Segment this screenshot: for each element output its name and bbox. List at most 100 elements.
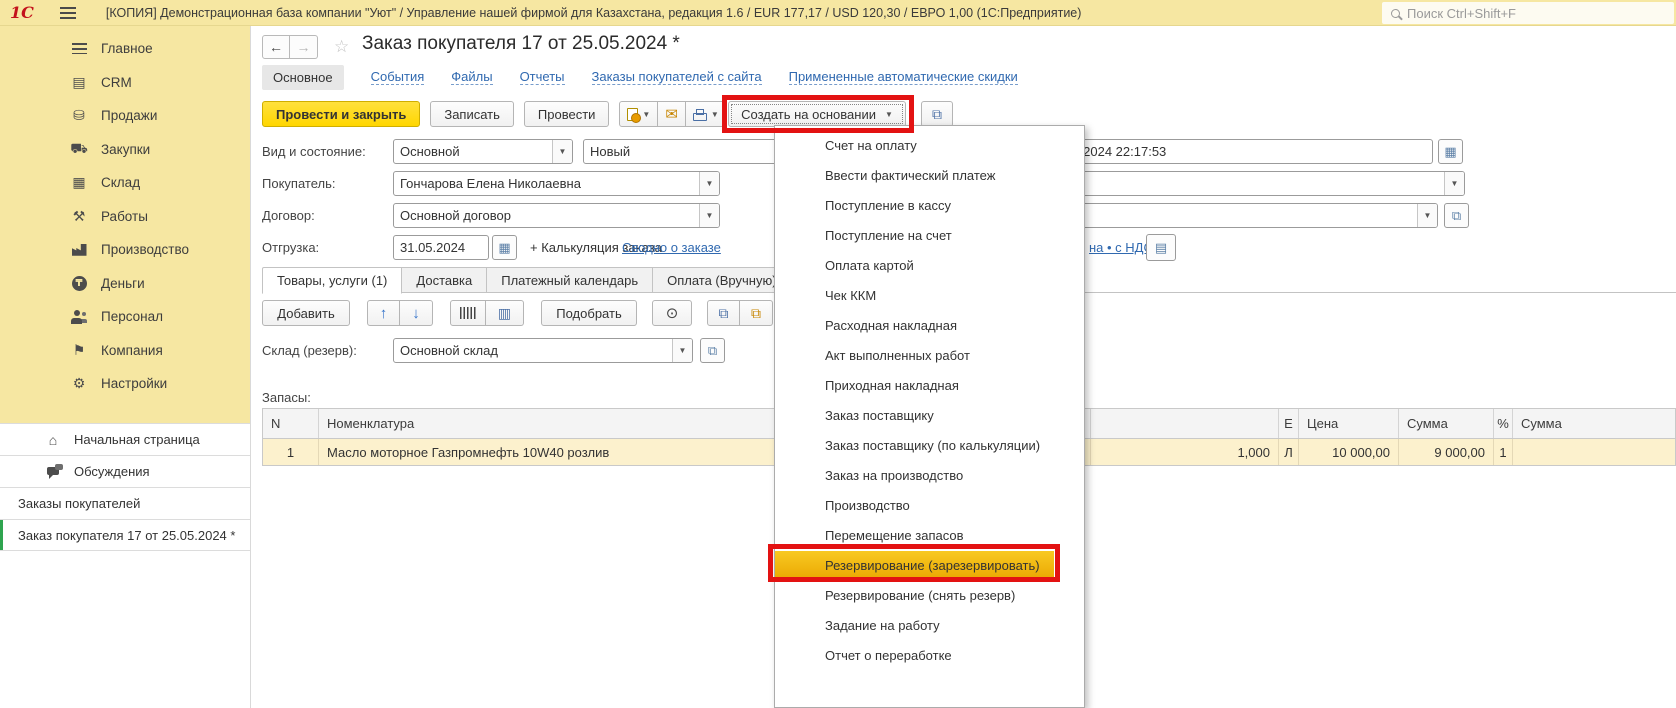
column-header-unit[interactable]: Е [1279, 409, 1299, 438]
add-row-button[interactable]: Добавить [262, 300, 350, 326]
column-header-amount2[interactable]: Сумма [1513, 409, 1675, 438]
data-terminal-button[interactable]: ▥ [486, 300, 524, 326]
column-header-amount[interactable]: Сумма [1399, 409, 1494, 438]
tab-goods-services[interactable]: Товары, услуги (1) [262, 267, 403, 294]
price-terms-link[interactable]: на • с НДС [1089, 235, 1153, 260]
home-page-tab[interactable]: ⌂ Начальная страница [0, 423, 250, 455]
menu-item-supplier-order-calc[interactable]: Заказ поставщику (по калькуляции) [775, 431, 1084, 461]
menu-item-supplier-order[interactable]: Заказ поставщику [775, 401, 1084, 431]
datetime-calendar-button[interactable]: ▦ [1438, 139, 1463, 164]
copy-rows-button[interactable]: ⧉ [707, 300, 740, 326]
sidebar-item-main[interactable]: Главное [0, 32, 250, 66]
menu-item-actual-payment[interactable]: Ввести фактический платеж [775, 161, 1084, 191]
column-header-n[interactable]: N [263, 409, 319, 438]
column-header-price[interactable]: Цена [1299, 409, 1399, 438]
shipping-calendar-button[interactable]: ▦ [492, 235, 517, 260]
discussions-tab[interactable]: Обсуждения [0, 455, 250, 487]
warehouse-select[interactable]: Основной склад ▼ [393, 338, 693, 363]
link-auto-discounts[interactable]: Примененные автоматические скидки [788, 69, 1018, 85]
price-list-button[interactable]: ▤ [1146, 234, 1176, 261]
cell-price[interactable]: 10 000,00 [1299, 439, 1399, 465]
print-button[interactable]: ▼ [685, 101, 727, 127]
tab-main[interactable]: Основное [262, 64, 344, 90]
menu-item-invoice[interactable]: Счет на оплату [775, 131, 1084, 161]
move-row-up-button[interactable]: ↑ [367, 300, 400, 326]
order-summary-link[interactable]: Сводно о заказе [622, 235, 721, 260]
sidebar-item-crm[interactable]: ▤ CRM [0, 66, 250, 100]
main-menu-icon[interactable] [59, 6, 76, 19]
menu-item-processing-report[interactable]: Отчет о переработке [775, 641, 1084, 671]
sidebar-item-settings[interactable]: ⚙ Настройки [0, 367, 250, 401]
back-button[interactable]: ← [262, 35, 290, 59]
right-select-field-2[interactable]: ▼ [1040, 203, 1438, 228]
save-button[interactable]: Записать [430, 101, 514, 127]
sidebar-item-sales[interactable]: ⛁ Продажи [0, 99, 250, 133]
barcode-scan-button[interactable] [450, 300, 486, 326]
menu-item-kkm-check[interactable]: Чек ККМ [775, 281, 1084, 311]
chevron-down-icon[interactable]: ▼ [1444, 172, 1464, 195]
menu-item-goods-receipt[interactable]: Приходная накладная [775, 371, 1084, 401]
pick-items-button[interactable]: Подобрать [541, 300, 637, 326]
menu-item-stock-transfer[interactable]: Перемещение запасов [775, 521, 1084, 551]
menu-item-production-order[interactable]: Заказ на производство [775, 461, 1084, 491]
customer-order-document-tab[interactable]: Заказ покупателя 17 от 25.05.2024 * [0, 519, 250, 551]
customer-orders-list-tab[interactable]: Заказы покупателей [0, 487, 250, 519]
document-structure-button[interactable]: ⧉ [921, 101, 953, 127]
create-based-on-button[interactable]: Создать на основании ▼ [728, 101, 906, 127]
menu-item-bank-receipt[interactable]: Поступление на счет [775, 221, 1084, 251]
move-row-down-button[interactable]: ↓ [400, 300, 433, 326]
order-kind-select[interactable]: Основной ▼ [393, 139, 573, 164]
open-reference-button[interactable]: ⧉ [1444, 203, 1469, 228]
view-settings-button[interactable]: ⊙ [652, 300, 692, 326]
chevron-down-icon[interactable]: ▼ [699, 204, 719, 227]
paste-rows-button[interactable]: ⧉ [740, 300, 773, 326]
post-and-close-button[interactable]: Провести и закрыть [262, 101, 421, 127]
sidebar-item-company[interactable]: ⚑ Компания [0, 334, 250, 368]
cell-unit[interactable]: Л [1279, 439, 1299, 465]
menu-item-goods-issue[interactable]: Расходная накладная [775, 311, 1084, 341]
forward-button[interactable]: → [290, 35, 318, 59]
sidebar-item-works[interactable]: ⚒ Работы [0, 200, 250, 234]
tab-delivery[interactable]: Доставка [402, 267, 488, 293]
link-site-orders[interactable]: Заказы покупателей с сайта [591, 69, 762, 85]
sidebar-item-money[interactable]: ₸ Деньги [0, 267, 250, 301]
menu-item-reserve[interactable]: Резервирование (зарезервировать) [775, 551, 1054, 581]
send-email-button[interactable]: ✉ [658, 101, 686, 127]
cell-row-number[interactable]: 1 [263, 439, 319, 465]
tab-payment-calendar[interactable]: Платежный календарь [487, 267, 654, 293]
post-button[interactable]: Провести [523, 101, 610, 127]
create-task-button[interactable]: ▼ [619, 101, 659, 127]
chevron-down-icon[interactable]: ▼ [672, 339, 692, 362]
chevron-down-icon[interactable]: ▼ [552, 140, 572, 163]
cell-amount[interactable]: 9 000,00 [1399, 439, 1494, 465]
sidebar-item-production[interactable]: Производство [0, 233, 250, 267]
favorite-star-icon[interactable]: ☆ [334, 37, 349, 57]
shipping-date-field[interactable]: 31.05.2024 [393, 235, 489, 260]
cell-quantity[interactable]: 1,000 [1091, 439, 1279, 465]
column-header-discount[interactable]: % [1494, 409, 1513, 438]
open-warehouse-button[interactable]: ⧉ [700, 338, 725, 363]
menu-item-production[interactable]: Производство [775, 491, 1084, 521]
tab-payment[interactable]: Оплата (Вручную) [653, 267, 792, 293]
chevron-down-icon[interactable]: ▼ [1417, 204, 1437, 227]
sidebar-item-personnel[interactable]: Персонал [0, 300, 250, 334]
column-header-quantity[interactable] [1091, 409, 1279, 438]
global-search-input[interactable]: Поиск Ctrl+Shift+F [1382, 2, 1674, 24]
document-datetime-field[interactable]: 25.05.2024 22:17:53 [1040, 139, 1433, 164]
menu-item-card-payment[interactable]: Оплата картой [775, 251, 1084, 281]
chevron-down-icon[interactable]: ▼ [699, 172, 719, 195]
link-reports[interactable]: Отчеты [519, 69, 565, 85]
sidebar-item-warehouse[interactable]: ▦ Склад [0, 166, 250, 200]
cell-amount2[interactable] [1513, 439, 1675, 465]
menu-item-cash-receipt[interactable]: Поступление в кассу [775, 191, 1084, 221]
sidebar-item-purchases[interactable]: ⛟ Закупки [0, 133, 250, 167]
menu-item-work-completion-act[interactable]: Акт выполненных работ [775, 341, 1084, 371]
customer-select[interactable]: Гончарова Елена Николаевна ▼ [393, 171, 720, 196]
cell-discount[interactable]: 1 [1494, 439, 1513, 465]
right-select-field-1[interactable]: ▼ [1040, 171, 1465, 196]
link-events[interactable]: События [370, 69, 425, 85]
contract-select[interactable]: Основной договор ▼ [393, 203, 720, 228]
link-files[interactable]: Файлы [451, 69, 493, 85]
menu-item-unreserve[interactable]: Резервирование (снять резерв) [775, 581, 1084, 611]
menu-item-work-task[interactable]: Задание на работу [775, 611, 1084, 641]
